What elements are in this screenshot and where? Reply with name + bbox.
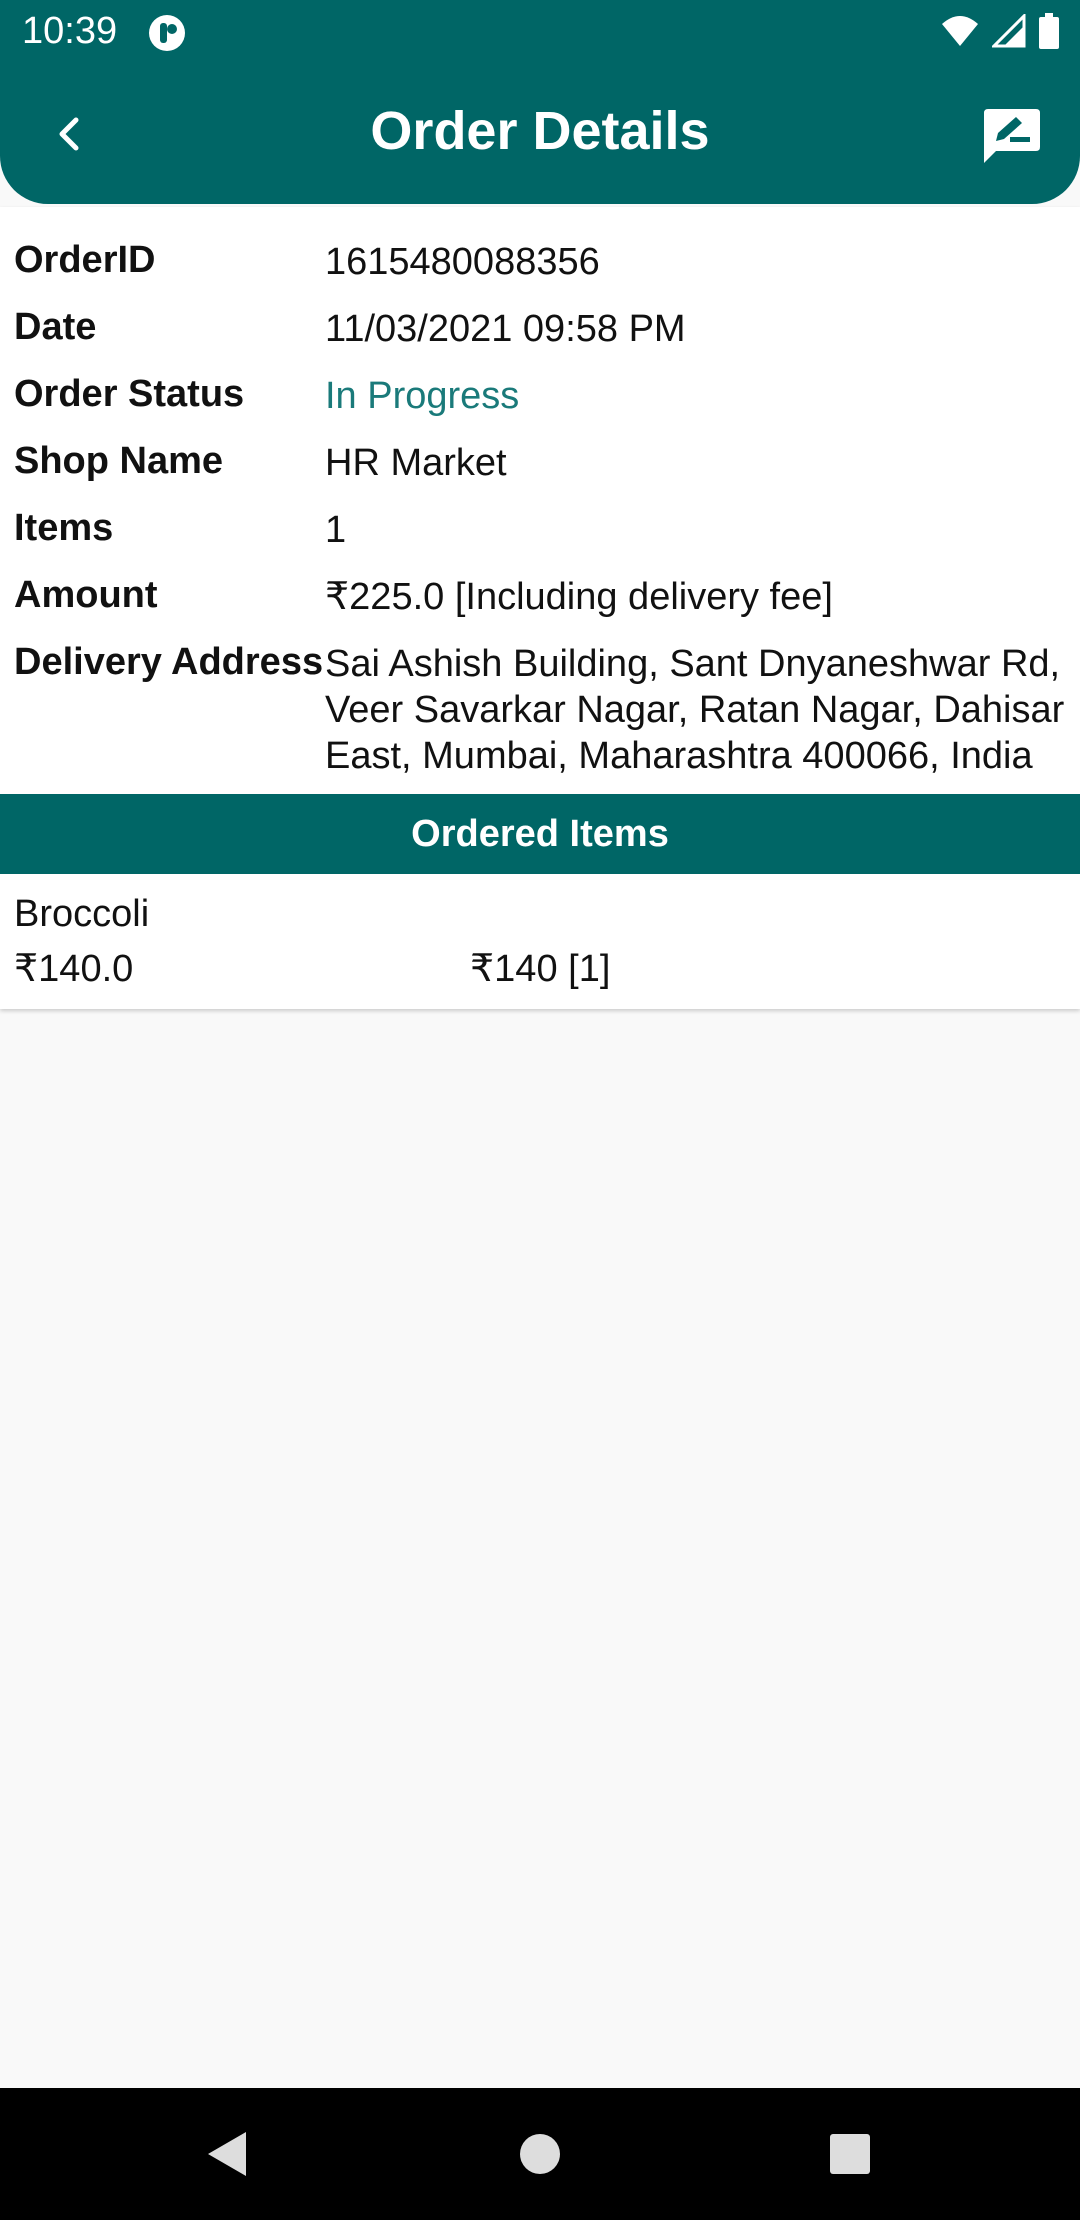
date-label: Date bbox=[14, 306, 97, 348]
circle-home-icon bbox=[520, 2134, 560, 2174]
amount-value: ₹225.0 [Including delivery fee] bbox=[325, 576, 833, 618]
delivery-address-label: Delivery Address bbox=[14, 641, 324, 683]
nav-recents-button[interactable] bbox=[814, 2118, 886, 2190]
app-header: 10:39 Order Details bbox=[0, 0, 1080, 204]
item-name: Broccoli bbox=[14, 893, 150, 935]
nav-back-button[interactable] bbox=[190, 2118, 262, 2190]
page-title: Order Details bbox=[370, 101, 710, 161]
app-notification-icon bbox=[148, 14, 186, 52]
order-status-label: Order Status bbox=[14, 373, 245, 415]
shop-name-value: HR Market bbox=[325, 442, 507, 484]
feedback-icon bbox=[984, 109, 1040, 163]
wifi-icon bbox=[940, 14, 980, 53]
battery-icon bbox=[1038, 12, 1060, 54]
system-navigation-bar bbox=[0, 2088, 1080, 2220]
item-price: ₹140.0 bbox=[14, 948, 134, 990]
delivery-address-value: Sai Ashish Building, Sant Dnyaneshwar Rd… bbox=[325, 643, 1065, 777]
triangle-back-icon bbox=[208, 2132, 246, 2176]
shop-name-label: Shop Name bbox=[14, 440, 224, 482]
items-label: Items bbox=[14, 507, 114, 549]
feedback-button[interactable] bbox=[980, 104, 1044, 168]
order-id-label: OrderID bbox=[14, 239, 156, 281]
status-time: 10:39 bbox=[22, 10, 118, 52]
status-bar: 10:39 bbox=[0, 0, 1080, 66]
square-recents-icon bbox=[830, 2134, 870, 2174]
date-value: 11/03/2021 09:58 PM bbox=[325, 308, 686, 350]
status-indicators bbox=[940, 11, 1060, 54]
signal-icon bbox=[990, 11, 1026, 53]
order-id-value: 1615480088356 bbox=[325, 241, 600, 283]
order-status-value: In Progress bbox=[325, 375, 520, 417]
nav-home-button[interactable] bbox=[504, 2118, 576, 2190]
ordered-items-header: Ordered Items bbox=[0, 794, 1080, 874]
order-details-card: OrderID 1615480088356 Date 11/03/2021 09… bbox=[0, 207, 1080, 1009]
items-value: 1 bbox=[325, 509, 347, 551]
amount-label: Amount bbox=[14, 574, 158, 616]
item-quantity-total: ₹140 [1] bbox=[470, 948, 611, 990]
